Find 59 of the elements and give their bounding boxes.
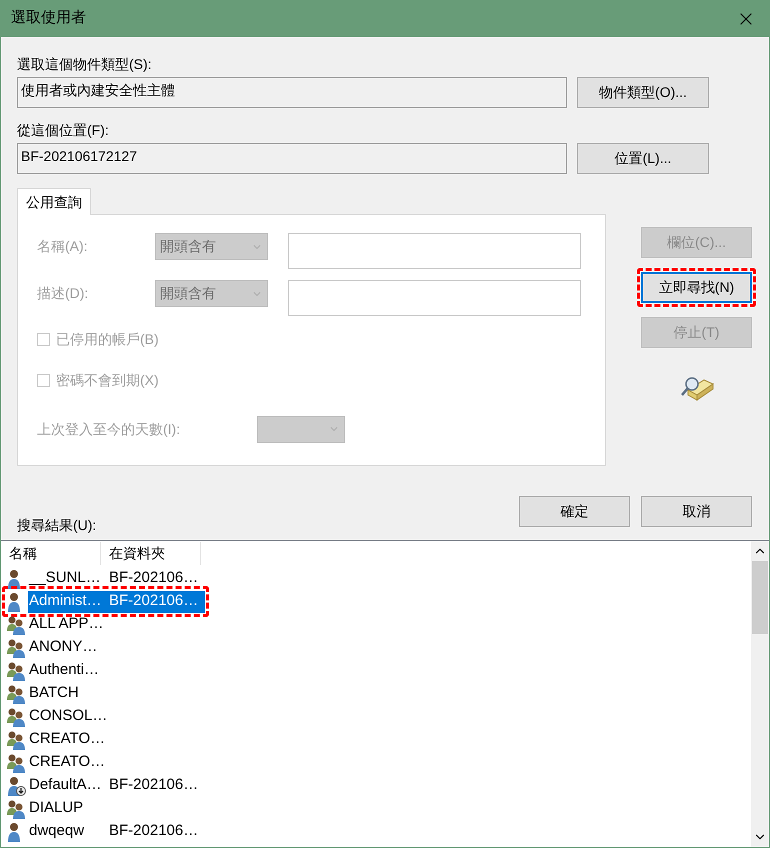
result-row[interactable]: DIALUP — [28, 798, 205, 820]
result-row[interactable]: ALL APP… — [28, 614, 205, 636]
field-label: 描述(D): — [37, 284, 90, 303]
user-group-icon — [6, 798, 26, 818]
result-row[interactable]: CREATO… — [28, 752, 205, 774]
table-cell-text: Authenti… — [28, 660, 100, 680]
result-row[interactable]: Administ… BF-202106… — [28, 590, 205, 612]
search-drawer-icon — [680, 376, 714, 402]
table-cell-text: DefaultA… — [28, 775, 103, 796]
user-group-icon — [6, 752, 26, 772]
field-label: 選取這個物件類型(S): — [17, 55, 153, 74]
result-row[interactable]: CONSOL… — [28, 706, 205, 728]
table-cell-text: CREATO… — [28, 729, 106, 750]
browse-button[interactable]: 物件類型(O)... — [577, 77, 709, 108]
table-cell-text: ANONY… — [28, 637, 98, 658]
table-cell-text: __SUNL… — [28, 568, 102, 588]
checkbox-label: 已停用的帳戶(B) — [56, 330, 159, 349]
results-label: 搜尋結果(U): — [17, 516, 96, 535]
scroll-thumb[interactable] — [752, 561, 768, 634]
table-cell-text: DIALUP — [28, 798, 84, 818]
result-row[interactable]: ANONY… — [28, 636, 205, 658]
user-group-icon — [6, 614, 26, 634]
result-row[interactable]: __SUNL… BF-202106… — [28, 568, 205, 590]
window-title: 選取使用者 — [11, 8, 86, 28]
result-row[interactable]: CREATO… — [28, 728, 205, 750]
dialog-button[interactable]: 確定 — [519, 496, 630, 527]
user-group-icon — [6, 730, 26, 750]
field-label: 上次登入至今的天數(I): — [37, 420, 182, 439]
result-row[interactable]: dwqeqw BF-202106… — [28, 820, 205, 842]
checkbox-label: 密碼不會到期(X) — [56, 371, 159, 390]
user-group-icon — [6, 684, 26, 704]
user-group-icon — [6, 638, 26, 658]
tab[interactable]: 公用查詢 — [17, 188, 91, 215]
readonly-field: BF-202106172127 — [17, 143, 567, 174]
scrollbar[interactable] — [751, 541, 769, 847]
field-label: 從這個位置(F): — [17, 121, 110, 140]
table-cell-text: dwqeqw — [28, 821, 86, 842]
table-cell-text: BF-202106… — [108, 775, 200, 796]
table-cell-text: BF-202106… — [108, 591, 200, 612]
table-cell-text: Administ… — [28, 591, 103, 612]
column-header[interactable]: 在資料夾 — [101, 542, 201, 565]
user-group-icon — [6, 706, 26, 726]
readonly-field: 使用者或內建安全性主體 — [17, 77, 567, 108]
result-row[interactable]: DefaultA… BF-202106… — [28, 774, 205, 796]
table-cell-text: CONSOL… — [28, 706, 107, 726]
column-header[interactable]: 名稱 — [1, 542, 101, 565]
table-cell-text: ALL APP… — [28, 614, 104, 634]
table-cell-text: BF-202106… — [108, 568, 200, 588]
user-group-icon — [6, 660, 26, 680]
result-row[interactable]: Authenti… — [28, 660, 205, 682]
table-cell-text: BATCH — [28, 683, 80, 704]
dialog-button[interactable]: 取消 — [641, 496, 752, 527]
result-row[interactable]: BATCH — [28, 682, 205, 704]
field-label: 名稱(A): — [37, 237, 89, 256]
browse-button[interactable]: 位置(L)... — [577, 143, 709, 174]
user-download-icon — [6, 776, 26, 796]
table-cell-text: CREATO… — [28, 752, 106, 772]
side-button[interactable]: 立即尋找(N) — [641, 272, 752, 303]
table-cell-text: BF-202106… — [108, 821, 200, 842]
